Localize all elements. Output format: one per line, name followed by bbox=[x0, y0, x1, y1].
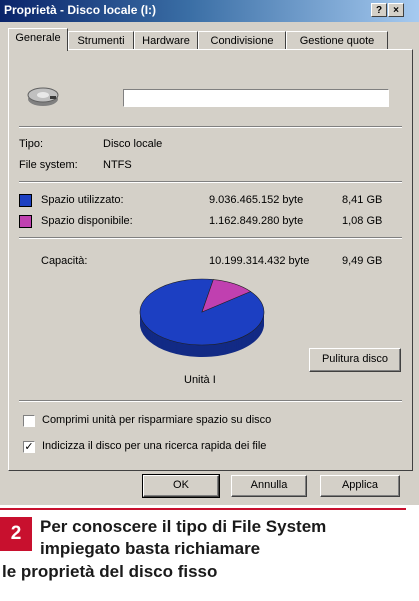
used-space-swatch bbox=[19, 194, 32, 207]
used-space-bytes: 9.036.465.152 byte bbox=[209, 194, 304, 206]
help-button[interactable]: ? bbox=[371, 3, 387, 17]
properties-dialog: Proprietà - Disco locale (I:) ? × Genera… bbox=[0, 0, 419, 505]
apply-button[interactable]: Applica bbox=[320, 475, 400, 497]
caption-line-1: Per conoscere il tipo di File System bbox=[40, 517, 327, 536]
capacity-bytes: 10.199.314.432 byte bbox=[209, 255, 310, 267]
hard-drive-icon bbox=[27, 87, 59, 106]
free-space-label: Spazio disponibile: bbox=[41, 215, 133, 227]
caption-number-badge: 2 bbox=[0, 517, 32, 551]
type-label: Tipo: bbox=[19, 138, 44, 150]
tab-strumenti[interactable]: Strumenti bbox=[68, 31, 134, 50]
used-space-label: Spazio utilizzato: bbox=[41, 194, 124, 206]
cancel-button[interactable]: Annulla bbox=[231, 475, 307, 497]
disk-usage-pie-chart bbox=[139, 278, 265, 357]
window-title: Proprietà - Disco locale (I:) bbox=[4, 3, 157, 17]
file-system-label: File system: bbox=[19, 159, 78, 171]
separator bbox=[19, 181, 402, 183]
free-space-bytes: 1.162.849.280 byte bbox=[209, 215, 304, 227]
free-space-size: 1,08 GB bbox=[342, 215, 383, 227]
disk-cleanup-button[interactable]: Pulitura disco bbox=[309, 348, 401, 372]
caption-line-3: le proprietà del disco fisso bbox=[2, 562, 218, 581]
tab-generale[interactable]: Generale bbox=[8, 28, 68, 51]
general-tab-panel: Tipo: Disco locale File system: NTFS Spa… bbox=[8, 49, 413, 471]
caption-rule bbox=[0, 508, 406, 510]
tab-gestione-quote[interactable]: Gestione quote bbox=[286, 31, 388, 50]
title-bar[interactable]: Proprietà - Disco locale (I:) ? × bbox=[0, 0, 419, 22]
file-system-value: NTFS bbox=[103, 159, 132, 171]
drive-letter-label: Unità I bbox=[184, 374, 216, 386]
compress-drive-checkbox[interactable] bbox=[23, 415, 35, 427]
separator bbox=[19, 400, 402, 402]
index-drive-label: Indicizza il disco per una ricerca rapid… bbox=[42, 440, 267, 452]
used-space-size: 8,41 GB bbox=[342, 194, 383, 206]
separator bbox=[19, 126, 402, 128]
close-button[interactable]: × bbox=[388, 3, 404, 17]
compress-drive-label: Comprimi unità per risparmiare spazio su… bbox=[42, 414, 272, 426]
tab-hardware[interactable]: Hardware bbox=[134, 31, 198, 50]
separator bbox=[19, 237, 402, 239]
index-drive-checkbox[interactable]: ✓ bbox=[23, 441, 35, 453]
figure-caption: 2 Per conoscere il tipo di File System i… bbox=[0, 505, 419, 601]
caption-line-2: impiegato basta richiamare bbox=[40, 539, 261, 558]
ok-button[interactable]: OK bbox=[142, 474, 220, 498]
free-space-swatch bbox=[19, 215, 32, 228]
tab-condivisione[interactable]: Condivisione bbox=[198, 31, 286, 50]
drive-name-input[interactable] bbox=[123, 89, 389, 107]
capacity-label: Capacità: bbox=[41, 255, 88, 267]
capacity-size: 9,49 GB bbox=[342, 255, 383, 267]
type-value: Disco locale bbox=[103, 138, 163, 150]
